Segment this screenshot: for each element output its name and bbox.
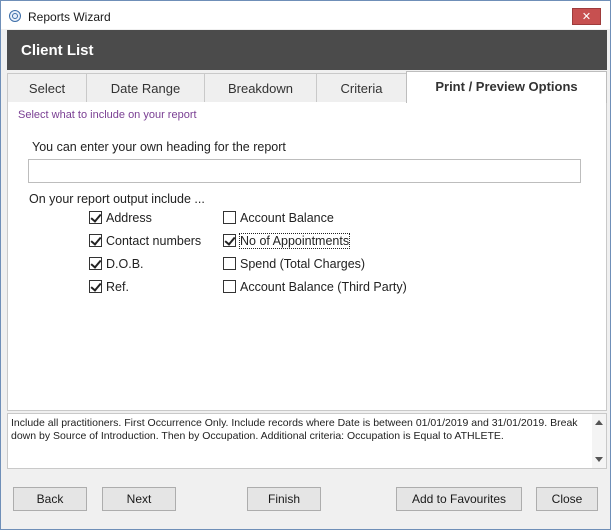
panel-hint: Select what to include on your report: [18, 109, 197, 121]
tab-select[interactable]: Select: [7, 73, 87, 102]
finish-button-label: Finish: [267, 492, 300, 506]
tab-strip: Select Date Range Breakdown Criteria Pri…: [7, 71, 607, 103]
spend-checkbox[interactable]: [223, 257, 236, 270]
report-heading-input[interactable]: [28, 159, 581, 183]
no-of-appointments-checkbox[interactable]: [223, 234, 236, 247]
back-button[interactable]: Back: [13, 487, 87, 511]
option-label: Ref.: [106, 280, 129, 294]
next-button[interactable]: Next: [102, 487, 176, 511]
tab-date-range[interactable]: Date Range: [86, 73, 205, 102]
close-button[interactable]: Close: [536, 487, 598, 511]
ref-checkbox[interactable]: [89, 280, 102, 293]
criteria-summary-text: Include all practitioners. First Occurre…: [11, 417, 578, 442]
account-balance-checkbox[interactable]: [223, 211, 236, 224]
finish-button[interactable]: Finish: [247, 487, 321, 511]
include-label: On your report output include ...: [29, 192, 205, 206]
window-title: Reports Wizard: [28, 10, 111, 24]
add-to-favourites-label: Add to Favourites: [411, 492, 507, 506]
option-label: Contact numbers: [106, 234, 202, 248]
title-bar[interactable]: Reports Wizard ✕: [1, 1, 610, 29]
criteria-summary-box[interactable]: Include all practitioners. First Occurre…: [7, 413, 607, 469]
report-header: Client List: [7, 30, 607, 70]
tab-print-preview-options[interactable]: Print / Preview Options: [406, 71, 607, 103]
next-button-label: Next: [126, 492, 152, 506]
scroll-up-arrow-icon[interactable]: [595, 420, 603, 425]
tab-criteria[interactable]: Criteria: [316, 73, 407, 102]
add-to-favourites-button[interactable]: Add to Favourites: [396, 487, 522, 511]
scroll-down-arrow-icon[interactable]: [595, 457, 603, 462]
option-label: D.O.B.: [106, 257, 144, 271]
dob-checkbox[interactable]: [89, 257, 102, 270]
reports-wizard-window: Reports Wizard ✕ Client List Select Date…: [0, 0, 611, 530]
option-label: Spend (Total Charges): [240, 257, 366, 271]
print-preview-options-panel: Select what to include on your report Yo…: [7, 102, 607, 411]
account-balance-third-party-checkbox[interactable]: [223, 280, 236, 293]
report-title: Client List: [21, 42, 94, 59]
window-close-button[interactable]: ✕: [572, 8, 601, 25]
app-icon: [9, 10, 21, 22]
back-button-label: Back: [36, 492, 64, 506]
contact-numbers-checkbox[interactable]: [89, 234, 102, 247]
option-label: Account Balance: [240, 211, 334, 225]
option-label: Account Balance (Third Party): [240, 280, 407, 294]
close-button-label: Close: [551, 492, 583, 506]
address-checkbox[interactable]: [89, 211, 102, 224]
summary-scrollbar[interactable]: [592, 414, 606, 468]
option-label: No of Appointments: [238, 233, 351, 249]
option-label: Address: [106, 211, 152, 225]
heading-label: You can enter your own heading for the r…: [32, 140, 286, 154]
tab-breakdown[interactable]: Breakdown: [204, 73, 317, 102]
